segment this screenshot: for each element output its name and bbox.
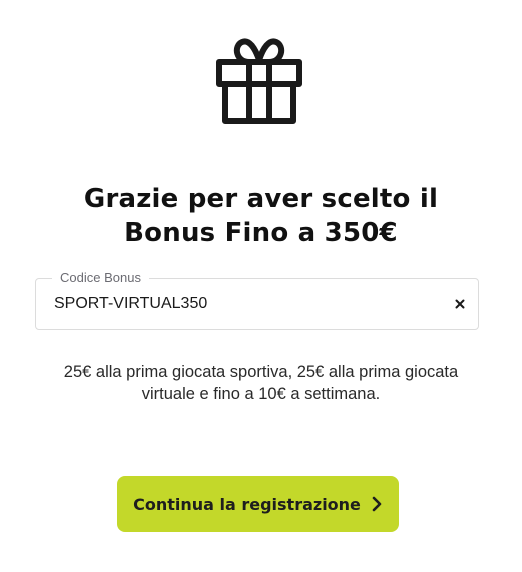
continue-registration-button[interactable]: Continua la registrazione bbox=[117, 476, 399, 532]
page-title: Grazie per aver scelto il Bonus Fino a 3… bbox=[0, 182, 522, 250]
bonus-code-field: Codice Bonus bbox=[35, 269, 479, 330]
bonus-code-input[interactable] bbox=[54, 279, 434, 329]
close-icon[interactable] bbox=[452, 296, 468, 312]
continue-registration-label: Continua la registrazione bbox=[133, 494, 361, 514]
description-line-2: virtuale e fino a 10€ a settimana. bbox=[141, 385, 381, 403]
bonus-description: 25€ alla prima giocata sportiva, 25€ all… bbox=[0, 361, 522, 405]
gift-icon bbox=[216, 38, 302, 124]
chevron-right-icon bbox=[372, 496, 382, 512]
title-line-2: Bonus Fino a 350€ bbox=[124, 218, 398, 248]
title-line-1: Grazie per aver scelto il bbox=[83, 184, 439, 214]
description-line-1: 25€ alla prima giocata sportiva, 25€ all… bbox=[63, 363, 459, 381]
